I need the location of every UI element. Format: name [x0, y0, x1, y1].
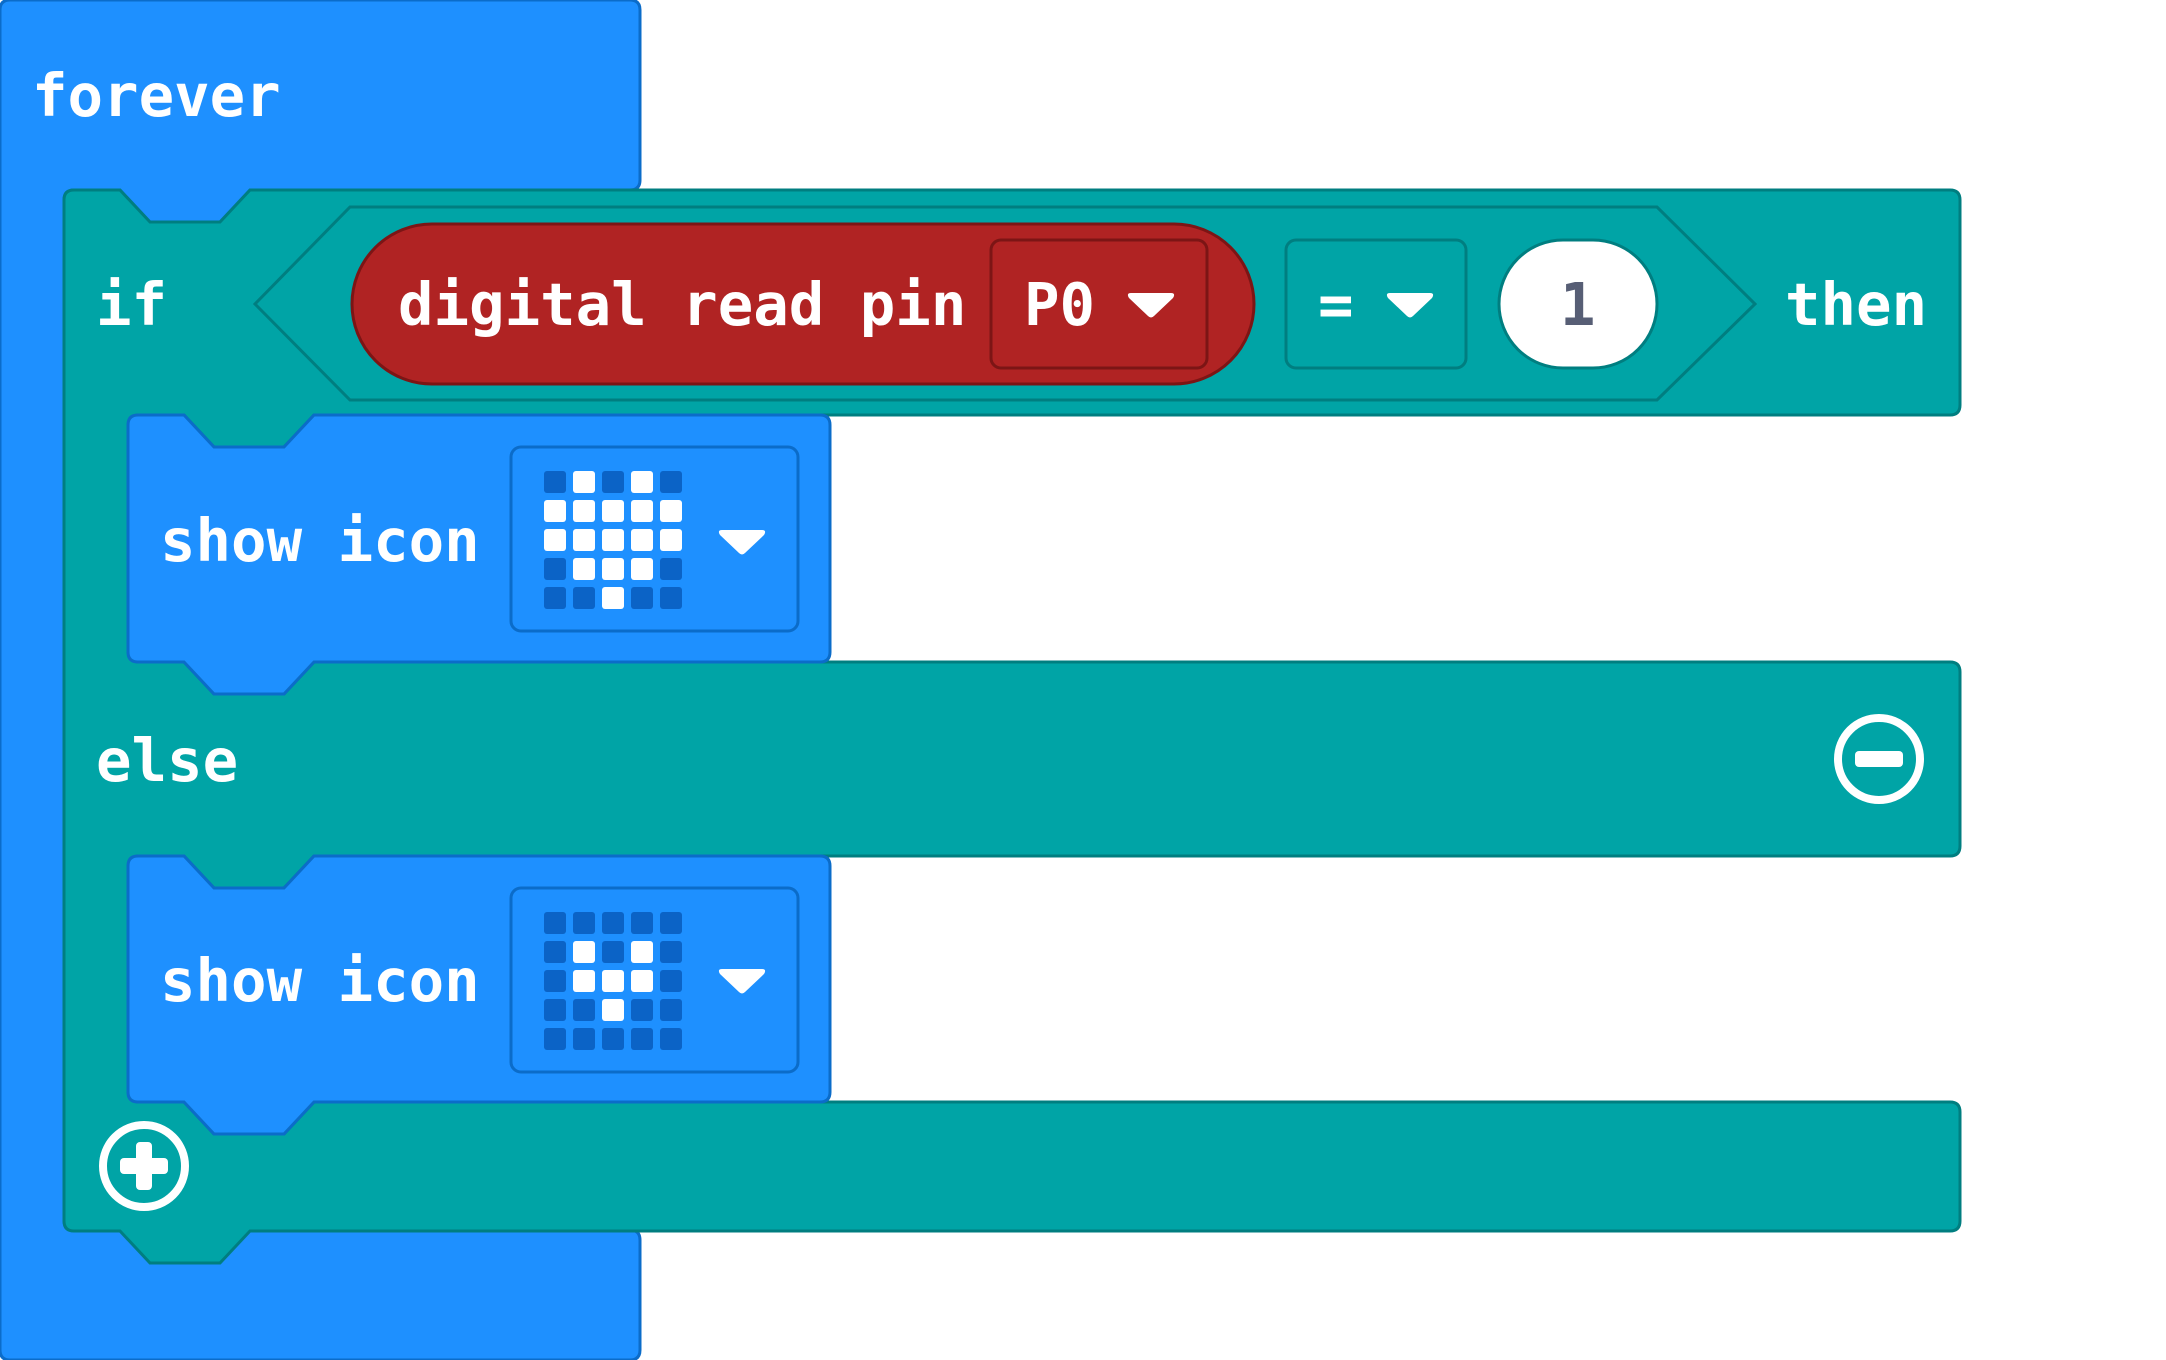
led-grid-else	[544, 912, 686, 1054]
led-on	[544, 500, 566, 522]
led-on	[602, 500, 624, 522]
if-label: if	[96, 270, 168, 339]
led-off	[573, 912, 595, 934]
led-off	[631, 912, 653, 934]
led-off	[544, 970, 566, 992]
led-on	[631, 941, 653, 963]
led-on	[631, 471, 653, 493]
led-grid-then	[544, 471, 686, 613]
led-on	[602, 558, 624, 580]
led-on	[573, 500, 595, 522]
led-off	[631, 999, 653, 1021]
led-off	[631, 1028, 653, 1050]
led-on	[631, 558, 653, 580]
led-on	[573, 558, 595, 580]
else-label: else	[96, 726, 239, 795]
led-off	[660, 970, 682, 992]
led-off	[544, 941, 566, 963]
led-off	[660, 558, 682, 580]
led-off	[660, 1028, 682, 1050]
show-icon-label: show icon	[160, 506, 480, 575]
operator-dropdown[interactable]	[1284, 238, 1468, 370]
led-on	[602, 970, 624, 992]
led-off	[573, 1028, 595, 1050]
led-on	[602, 529, 624, 551]
compare-value: 1	[1560, 270, 1596, 339]
led-off	[544, 587, 566, 609]
led-off	[573, 587, 595, 609]
led-on	[660, 529, 682, 551]
led-off	[544, 471, 566, 493]
led-off	[544, 1028, 566, 1050]
led-on	[573, 941, 595, 963]
led-off	[660, 471, 682, 493]
led-off	[602, 912, 624, 934]
led-on	[631, 970, 653, 992]
led-off	[660, 912, 682, 934]
led-on	[602, 999, 624, 1021]
blocks-workspace: forever if digital read pin P0 = 1 then …	[0, 0, 2166, 1360]
led-off	[660, 999, 682, 1021]
led-on	[544, 529, 566, 551]
led-off	[660, 587, 682, 609]
then-label: then	[1785, 270, 1928, 339]
led-on	[602, 587, 624, 609]
led-on	[573, 529, 595, 551]
led-off	[631, 587, 653, 609]
led-on	[631, 500, 653, 522]
pin-value: P0	[1024, 270, 1096, 339]
led-off	[602, 471, 624, 493]
led-on	[573, 970, 595, 992]
led-off	[602, 941, 624, 963]
operator-value: =	[1318, 270, 1354, 339]
led-on	[573, 471, 595, 493]
digital-read-pin-label: digital read pin	[398, 270, 967, 339]
forever-label: forever	[32, 61, 281, 130]
led-off	[660, 941, 682, 963]
led-on	[631, 529, 653, 551]
led-off	[544, 912, 566, 934]
blocks-canvas	[0, 0, 1962, 1360]
led-off	[544, 999, 566, 1021]
led-off	[602, 1028, 624, 1050]
show-icon-label: show icon	[160, 946, 480, 1015]
led-on	[660, 500, 682, 522]
led-off	[544, 558, 566, 580]
led-off	[573, 999, 595, 1021]
